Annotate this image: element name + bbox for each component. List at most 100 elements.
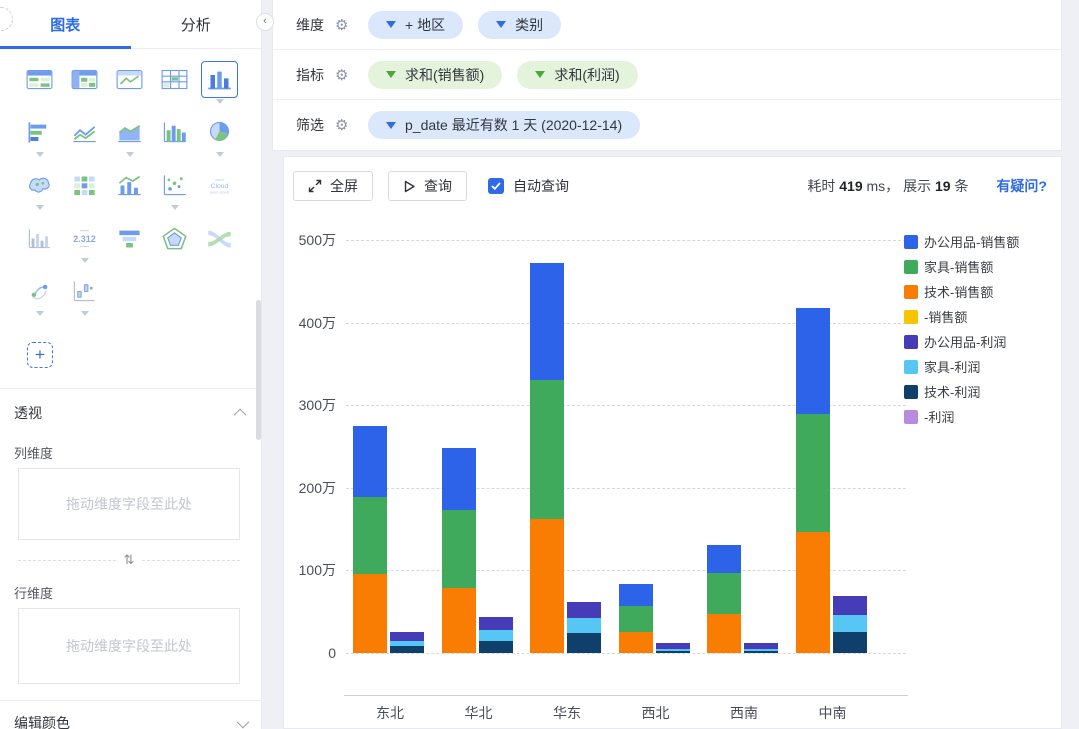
bar-segment-西南-办公用品-销售额[interactable]: [707, 544, 741, 573]
x-axis-category-label: 东北: [376, 705, 404, 721]
filters-pill[interactable]: p_date 最近有数 1 天 (2020-12-14): [368, 111, 641, 139]
bar-segment-西南-办公用品-利润[interactable]: [744, 643, 778, 649]
bar-segment-华北-技术-销售额[interactable]: [441, 587, 476, 653]
chart-type-area-chart[interactable]: [107, 109, 152, 162]
bar-segment-西南-家具-利润[interactable]: [744, 648, 778, 652]
chart-type-map[interactable]: [17, 162, 62, 215]
chart-type-number-card[interactable]: 2.312: [62, 215, 107, 268]
bar-segment-中南-家具-利润[interactable]: [832, 615, 867, 632]
tab-analysis[interactable]: 分析: [131, 0, 262, 48]
bar-segment-华北-技术-利润[interactable]: [478, 641, 513, 653]
chart-type-detail-table[interactable]: [152, 56, 197, 109]
bar-segment-华东-办公用品-利润[interactable]: [567, 601, 601, 619]
chevron-up-icon[interactable]: [233, 408, 247, 421]
bar-segment-中南-办公用品-销售额[interactable]: [795, 307, 830, 415]
bar-segment-东北-家具-销售额[interactable]: [353, 496, 387, 574]
bar-segment-西南-技术-利润[interactable]: [744, 651, 778, 653]
chart-type-scatter-plot[interactable]: [152, 162, 197, 215]
bar-segment-东北-家具-利润[interactable]: [390, 640, 424, 646]
dropdown-triangle-icon[interactable]: [386, 121, 396, 129]
column-dimension-dropzone[interactable]: 拖动维度字段至此处: [18, 468, 240, 540]
bar-segment-华北-办公用品-销售额[interactable]: [441, 448, 476, 511]
chart-type-histogram[interactable]: [152, 109, 197, 162]
legend-label: 家具-利润: [924, 360, 981, 375]
chart-type-pie-chart[interactable]: [197, 109, 242, 162]
chart-type-bar-chart[interactable]: [197, 56, 242, 109]
bar-segment-华东-家具-销售额[interactable]: [530, 380, 564, 520]
tab-chart[interactable]: 图表: [0, 0, 131, 49]
bar-segment-西北-技术-销售额[interactable]: [618, 632, 653, 653]
metrics-pill[interactable]: 求和(利润): [517, 60, 638, 89]
chart-type-heatmap[interactable]: [62, 162, 107, 215]
bar-segment-华北-家具-销售额[interactable]: [441, 510, 476, 588]
dropdown-triangle-icon[interactable]: [496, 21, 507, 28]
chart-type-pivot-table[interactable]: [62, 56, 107, 109]
legend-item[interactable]: -销售额: [904, 304, 1019, 329]
gear-icon[interactable]: ⚙: [335, 16, 355, 34]
edit-color-section-header[interactable]: 编辑颜色: [14, 713, 250, 729]
bar-segment-西北-家具-利润[interactable]: [655, 648, 690, 651]
bar-segment-西北-办公用品-销售额[interactable]: [618, 584, 653, 606]
bar-segment-西北-家具-销售额[interactable]: [618, 605, 653, 633]
bar-segment-东北-办公用品-利润[interactable]: [390, 631, 424, 641]
sidebar-tabs: 图表 分析: [0, 0, 261, 49]
dropdown-triangle-icon[interactable]: [386, 71, 396, 78]
chart-type-combo-chart[interactable]: [107, 162, 152, 215]
chart-type-funnel[interactable]: [107, 215, 152, 268]
dropdown-triangle-icon[interactable]: [535, 71, 546, 78]
legend-label: -销售额: [924, 310, 968, 325]
legend-item[interactable]: 家具-销售额: [904, 254, 1019, 279]
chart-type-mini-bar[interactable]: [17, 215, 62, 268]
sidebar-collapse-button[interactable]: ‹: [256, 13, 274, 31]
legend-swatch: [904, 309, 918, 324]
chart-type-line-chart[interactable]: [62, 109, 107, 162]
row-dimension-dropzone[interactable]: 拖动维度字段至此处: [18, 608, 240, 684]
bar-segment-华东-技术-利润[interactable]: [567, 633, 601, 653]
bar-segment-中南-技术-销售额[interactable]: [795, 532, 830, 653]
add-chart-type-button[interactable]: +: [27, 342, 53, 368]
gear-icon[interactable]: ⚙: [335, 66, 355, 84]
bar-segment-中南-家具-销售额[interactable]: [795, 414, 830, 533]
chart-type-radar[interactable]: [152, 215, 197, 268]
gear-icon[interactable]: ⚙: [335, 116, 355, 134]
bar-segment-华东-技术-销售额[interactable]: [530, 519, 564, 653]
bar-segment-中南-技术-利润[interactable]: [832, 631, 867, 653]
legend-label: -利润: [924, 410, 955, 425]
divider: [0, 388, 262, 389]
bar-segment-西北-技术-利润[interactable]: [655, 650, 690, 653]
dimensions-pill[interactable]: + 地区: [368, 10, 464, 39]
chevron-down-icon[interactable]: [236, 715, 250, 728]
bar-segment-东北-技术-销售额[interactable]: [353, 573, 387, 653]
swap-vertical-icon[interactable]: ⇅: [116, 552, 143, 568]
chart-type-flow-map[interactable]: [17, 268, 62, 321]
pivot-section-header[interactable]: 透视: [14, 403, 247, 423]
bar-segment-西南-家具-销售额[interactable]: [707, 572, 741, 615]
bar-segment-西北-办公用品-利润[interactable]: [655, 643, 690, 649]
bar-segment-东北-办公用品-销售额[interactable]: [353, 425, 387, 497]
chart-type-step-chart[interactable]: [62, 268, 107, 321]
metrics-pill[interactable]: 求和(销售额): [368, 60, 503, 89]
legend-item[interactable]: 办公用品-利润: [904, 329, 1019, 354]
y-axis-tick-label: 400万: [298, 314, 336, 331]
bar-segment-华东-家具-利润[interactable]: [567, 618, 601, 634]
dropdown-triangle-icon[interactable]: [386, 21, 396, 28]
bar-segment-西南-技术-销售额[interactable]: [707, 614, 741, 653]
chart-type-word-cloud[interactable]: word Cloud word cloud: [197, 162, 242, 215]
sidebar-scrollbar[interactable]: [256, 300, 261, 440]
bar-segment-东北-技术-利润[interactable]: [390, 645, 424, 653]
bar-segment-中南-办公用品-利润[interactable]: [832, 596, 867, 615]
chart-type-horizontal-bar[interactable]: [17, 109, 62, 162]
legend-item[interactable]: -利润: [904, 404, 1019, 429]
legend-item[interactable]: 技术-利润: [904, 379, 1019, 404]
chart-type-table[interactable]: [17, 56, 62, 109]
legend-item[interactable]: 技术-销售额: [904, 279, 1019, 304]
legend-item[interactable]: 办公用品-销售额: [904, 229, 1019, 254]
dimensions-pill[interactable]: 类别: [478, 10, 562, 39]
bar-segment-华北-办公用品-利润[interactable]: [478, 616, 513, 630]
chart-type-sankey[interactable]: [197, 215, 242, 268]
bar-segment-华北-家具-利润[interactable]: [478, 629, 513, 642]
legend-item[interactable]: 家具-利润: [904, 354, 1019, 379]
metrics-label: 指标: [296, 66, 324, 83]
chart-type-trend-table[interactable]: [107, 56, 152, 109]
bar-segment-华东-办公用品-销售额[interactable]: [530, 263, 564, 381]
